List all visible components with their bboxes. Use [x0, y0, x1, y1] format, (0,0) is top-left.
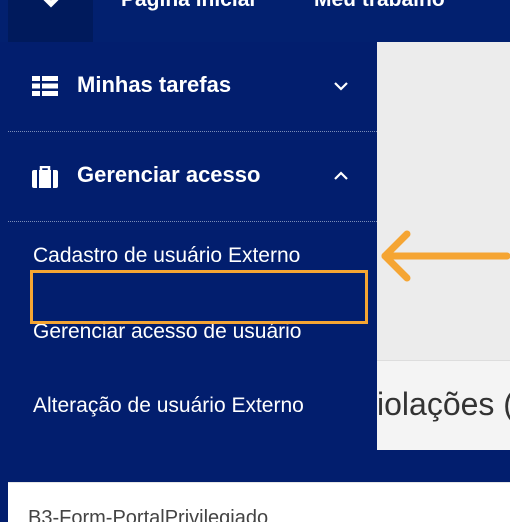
menu-item-register-external-user[interactable]: Cadastro de usuário Externo [33, 244, 300, 268]
chevron-up-icon [334, 171, 348, 180]
content-panel: iolações ( [377, 360, 510, 450]
menu-section-manage-access[interactable]: Gerenciar acesso [8, 132, 377, 222]
top-nav-bar: Página inicial Meu trabalho [0, 0, 510, 42]
nav-my-work-link[interactable]: Meu trabalho [314, 0, 445, 12]
menu-item-change-external-user[interactable]: Alteração de usuário Externo [33, 394, 304, 418]
menu-section-label: Minhas tarefas [77, 72, 232, 97]
form-footer: B3-Form-PortalPrivilegiado [8, 482, 510, 522]
briefcase-icon [32, 166, 58, 188]
dropdown-menu: Minhas tarefas Gerenciar acesso Cadastro… [8, 42, 377, 450]
menu-section-label: Gerenciar acesso [77, 162, 261, 187]
close-menu-button[interactable] [8, 0, 93, 42]
list-icon [32, 76, 58, 96]
highlight-box [30, 270, 368, 324]
chevron-down-icon [334, 82, 348, 91]
arrow-left-icon [381, 230, 510, 282]
close-icon [43, 0, 59, 8]
menu-section-my-tasks[interactable]: Minhas tarefas [8, 42, 377, 132]
nav-home-link[interactable]: Página inicial [121, 0, 255, 12]
content-heading: iolações ( [377, 386, 510, 422]
form-name-label: B3-Form-PortalPrivilegiado [28, 507, 269, 522]
